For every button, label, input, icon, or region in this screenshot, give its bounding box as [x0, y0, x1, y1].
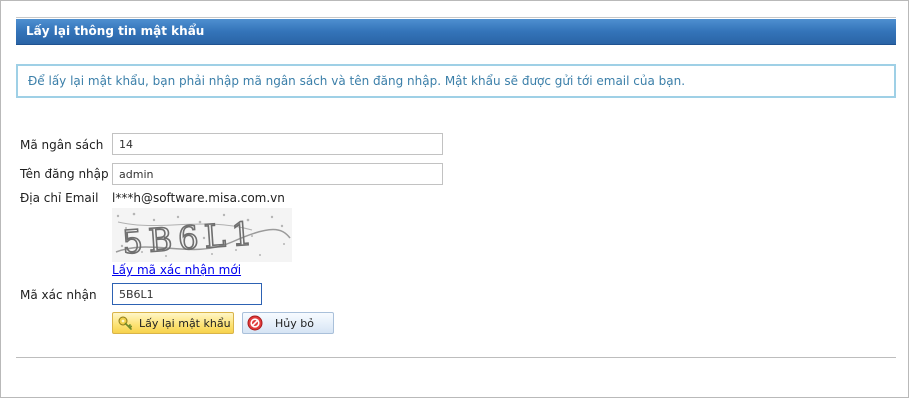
cancel-button[interactable]: Hủy bỏ — [242, 312, 334, 334]
bottom-divider — [16, 357, 896, 358]
username-label: Tên đăng nhập — [20, 167, 109, 181]
section-header: Lấy lại thông tin mật khẩu — [16, 19, 896, 45]
page-title: Lấy lại thông tin mật khẩu — [26, 24, 205, 38]
budget-code-input[interactable] — [112, 133, 443, 155]
top-divider — [16, 17, 896, 18]
info-box: Để lấy lại mật khẩu, bạn phải nhập mã ng… — [16, 64, 896, 98]
email-label: Địa chỉ Email — [20, 191, 99, 205]
cancel-icon — [247, 315, 263, 331]
username-input[interactable] — [112, 163, 443, 185]
page-frame: Lấy lại thông tin mật khẩu Để lấy lại mậ… — [0, 0, 909, 398]
cancel-label: Hủy bỏ — [275, 316, 314, 330]
info-message: Để lấy lại mật khẩu, bạn phải nhập mã ng… — [28, 74, 686, 88]
key-icon — [118, 316, 132, 330]
email-value: l***h@software.misa.com.vn — [112, 191, 285, 205]
verification-code-input[interactable] — [112, 283, 262, 305]
verification-code-label: Mã xác nhận — [20, 288, 97, 302]
recover-password-label: Lấy lại mật khẩu — [139, 316, 231, 330]
recover-password-button[interactable]: Lấy lại mật khẩu — [112, 312, 234, 334]
budget-code-label: Mã ngân sách — [20, 138, 104, 152]
refresh-captcha-link[interactable]: Lấy mã xác nhận mới — [112, 263, 241, 277]
captcha-image: 5B6L1 — [112, 208, 292, 262]
